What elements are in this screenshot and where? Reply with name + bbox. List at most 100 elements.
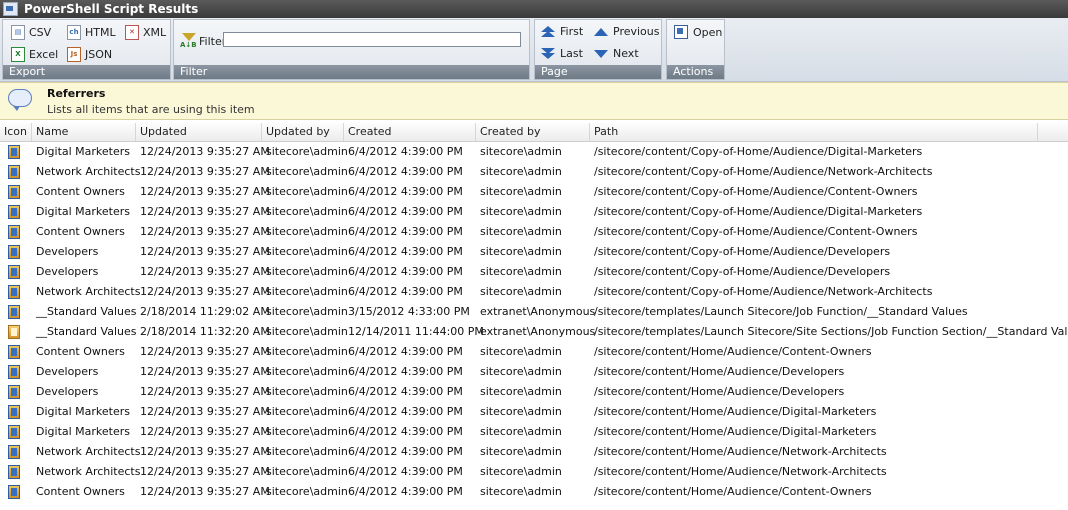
col-updated-by-header[interactable]: Updated by [262,123,344,141]
col-updated-header[interactable]: Updated [136,123,262,141]
col-name-cell: Content Owners [36,345,125,358]
filter-group-label: Filter [174,65,529,79]
table-row[interactable]: Network Architects 12/24/2013 9:35:27 AM s… [0,442,1068,462]
col-path-cell: /sitecore/content/Home/Audience/Digital-… [594,425,877,438]
col-name-cell: Content Owners [36,485,125,498]
table-row[interactable]: __Standard Values 2/18/2014 11:32:20 AM si… [0,322,1068,342]
col-updated-cell: 12/24/2013 9:35:27 AM [140,465,270,478]
results-grid: Icon Name Updated Updated by Created Created … [0,123,1068,502]
open-button[interactable]: Open [674,25,722,39]
json-file-icon: Js [67,47,81,62]
filter-group: Filter Filter [173,19,530,80]
item-icon [8,225,20,239]
col-name-header[interactable]: Name [32,123,136,141]
col-updated-by-cell: sitecore\admin [266,165,348,178]
col-updated-by-cell: sitecore\admin [266,485,348,498]
table-row[interactable]: Developers 12/24/2013 9:35:27 AM sitecore\… [0,382,1068,402]
xml-file-icon: ✕ [125,25,139,40]
col-path-cell: /sitecore/content/Home/Audience/Develope… [594,365,845,378]
double-chevron-down-icon [541,47,555,60]
col-name-cell: Developers [36,385,99,398]
table-row[interactable]: Developers 12/24/2013 9:35:27 AM sitecore\… [0,362,1068,382]
col-path-cell: /sitecore/content/Copy-of-Home/Audience/… [594,185,918,198]
col-updated-cell: 12/24/2013 9:35:27 AM [140,365,270,378]
filter-input[interactable] [223,32,521,47]
col-path-cell: /sitecore/content/Home/Audience/Network-… [594,465,887,478]
col-created-by-cell: extranet\Anonymous [480,305,596,318]
filter-icon [180,33,198,49]
first-page-button[interactable]: First [541,25,583,38]
table-row[interactable]: Network Architects 12/24/2013 9:35:27 AM s… [0,162,1068,182]
table-row[interactable]: Content Owners 12/24/2013 9:35:27 AM sitec… [0,342,1068,362]
excel-file-icon: X [11,47,25,62]
col-path-cell: /sitecore/content/Copy-of-Home/Audience/… [594,205,923,218]
item-icon [8,185,20,199]
col-updated-by-cell: sitecore\admin [266,385,348,398]
html-file-icon: ch [67,25,81,40]
double-chevron-up-icon [541,25,555,38]
col-created-by-cell: sitecore\admin [480,285,562,298]
col-updated-cell: 2/18/2014 11:29:02 AM [140,305,270,318]
col-updated-by-cell: sitecore\admin [266,205,348,218]
table-row[interactable]: Network Architects 12/24/2013 9:35:27 AM s… [0,282,1068,302]
col-path-cell: /sitecore/content/Copy-of-Home/Audience/… [594,245,891,258]
col-updated-by-cell: sitecore\admin [266,345,348,358]
col-updated-by-cell: sitecore\admin [266,145,348,158]
col-created-by-cell: sitecore\admin [480,405,562,418]
col-path-header[interactable]: Path [590,123,1038,141]
col-created-cell: 6/4/2012 4:39:00 PM [348,185,463,198]
filter-button[interactable]: Filter [180,33,226,49]
col-created-cell: 6/4/2012 4:39:00 PM [348,365,463,378]
col-updated-cell: 12/24/2013 9:35:27 AM [140,205,270,218]
chevron-up-icon [594,26,608,38]
col-created-header[interactable]: Created [344,123,476,141]
table-row[interactable]: Digital Marketers 12/24/2013 9:35:27 AM si… [0,202,1068,222]
item-icon [8,245,20,259]
table-row[interactable]: Digital Marketers 12/24/2013 9:35:27 AM si… [0,402,1068,422]
col-path-cell: /sitecore/content/Home/Audience/Digital-… [594,405,877,418]
table-row[interactable]: Content Owners 12/24/2013 9:35:27 AM sitec… [0,222,1068,242]
col-updated-cell: 12/24/2013 9:35:27 AM [140,425,270,438]
table-row[interactable]: Network Architects 12/24/2013 9:35:27 AM s… [0,462,1068,482]
table-row[interactable]: Digital Marketers 12/24/2013 9:35:27 AM si… [0,142,1068,162]
export-html-button[interactable]: ch HTML [67,25,116,40]
col-updated-cell: 12/24/2013 9:35:27 AM [140,245,270,258]
last-page-button[interactable]: Last [541,47,583,60]
export-xml-button[interactable]: ✕ XML [125,25,166,40]
item-icon [8,365,20,379]
col-created-by-cell: sitecore\admin [480,165,562,178]
csv-file-icon: ▤ [11,25,25,40]
export-json-button[interactable]: Js JSON [67,47,112,62]
table-row[interactable]: Developers 12/24/2013 9:35:27 AM sitecore\… [0,262,1068,282]
export-excel-label: Excel [29,48,59,61]
export-csv-button[interactable]: ▤ CSV [11,25,51,40]
col-updated-cell: 12/24/2013 9:35:27 AM [140,165,270,178]
col-icon-header[interactable]: Icon [0,123,32,141]
col-updated-cell: 12/24/2013 9:35:27 AM [140,385,270,398]
col-updated-by-cell: sitecore\admin [266,265,348,278]
col-name-cell: Digital Marketers [36,425,131,438]
next-page-button[interactable]: Next [594,47,639,60]
col-created-cell: 6/4/2012 4:39:00 PM [348,425,463,438]
table-row[interactable]: Content Owners 12/24/2013 9:35:27 AM sitec… [0,182,1068,202]
table-row[interactable]: __Standard Values 2/18/2014 11:29:02 AM si… [0,302,1068,322]
col-updated-by-cell: sitecore\admin [266,365,348,378]
table-row[interactable]: Digital Marketers 12/24/2013 9:35:27 AM si… [0,422,1068,442]
chevron-down-icon [594,48,608,60]
col-updated-cell: 12/24/2013 9:35:27 AM [140,485,270,498]
export-excel-button[interactable]: X Excel [11,47,58,62]
col-created-cell: 6/4/2012 4:39:00 PM [348,445,463,458]
col-updated-by-cell: sitecore\admin [266,465,348,478]
ribbon: ▤ CSV ch HTML ✕ XML X Excel Js JSON Expo… [0,18,1068,82]
previous-page-button[interactable]: Previous [594,25,660,38]
col-created-by-header[interactable]: Created by [476,123,590,141]
col-created-by-cell: sitecore\admin [480,205,562,218]
col-path-cell: /sitecore/content/Home/Audience/Network-… [594,445,887,458]
speech-bubble-icon [8,89,32,111]
table-row[interactable]: Content Owners 12/24/2013 9:35:27 AM sitec… [0,482,1068,502]
col-created-by-cell: sitecore\admin [480,225,562,238]
actions-group: Open Actions [666,19,725,80]
col-created-cell: 6/4/2012 4:39:00 PM [348,345,463,358]
col-path-cell: /sitecore/content/Copy-of-Home/Audience/… [594,225,918,238]
table-row[interactable]: Developers 12/24/2013 9:35:27 AM sitecore\… [0,242,1068,262]
